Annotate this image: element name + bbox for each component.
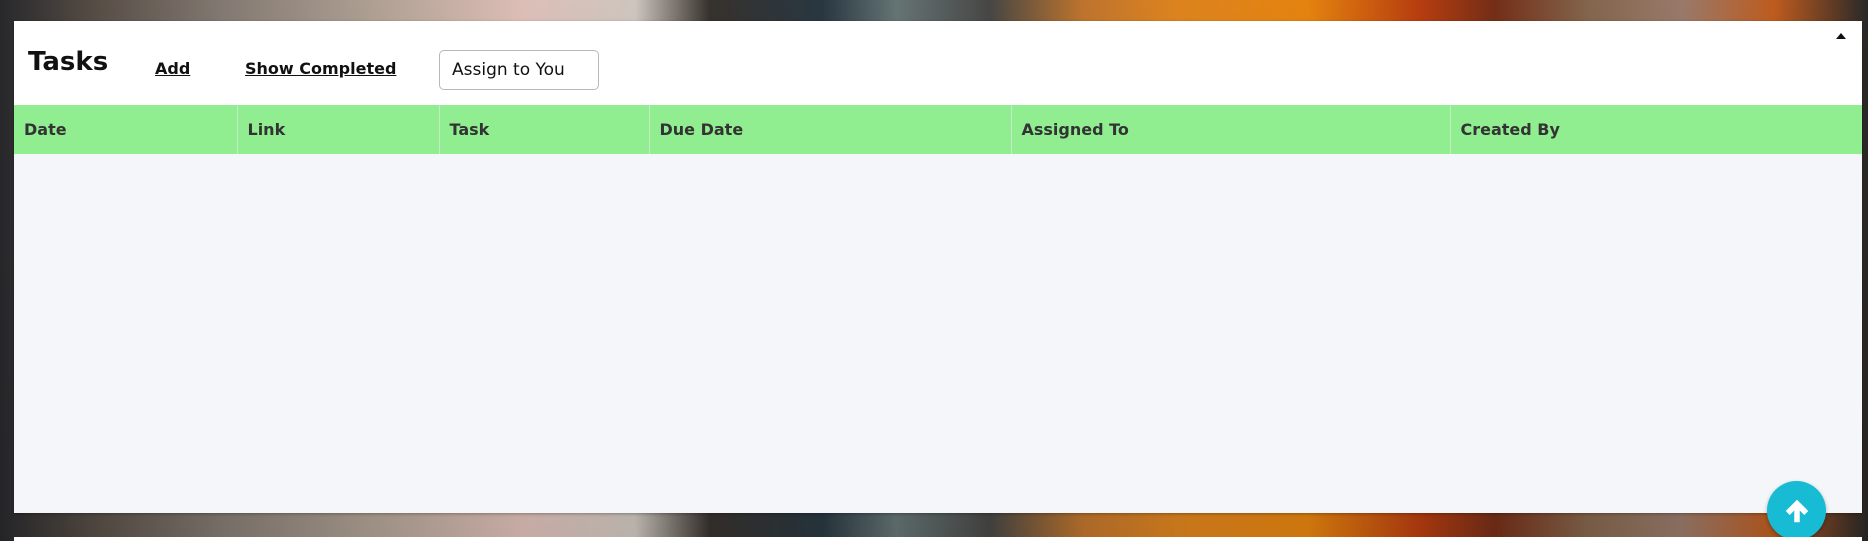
column-header-created-by[interactable]: Created By: [1450, 105, 1862, 154]
column-header-date[interactable]: Date: [14, 105, 238, 154]
assign-to-you-button[interactable]: Assign to You: [439, 50, 599, 90]
column-header-assigned-to[interactable]: Assigned To: [1011, 105, 1451, 154]
scroll-to-top-button[interactable]: [1767, 481, 1826, 540]
show-completed-link[interactable]: Show Completed: [245, 59, 396, 78]
next-panel-edge: [14, 537, 1862, 541]
column-header-task[interactable]: Task: [439, 105, 650, 154]
column-header-due-date[interactable]: Due Date: [649, 105, 1012, 154]
tasks-table: Date Link Task Due Date Assigned To Crea…: [14, 105, 1862, 154]
tasks-panel: Tasks Add Show Completed Assign to You D…: [14, 21, 1862, 513]
add-link[interactable]: Add: [155, 59, 190, 78]
column-header-link[interactable]: Link: [237, 105, 440, 154]
tasks-table-container: Date Link Task Due Date Assigned To Crea…: [14, 105, 1862, 513]
panel-header: Tasks Add Show Completed Assign to You: [14, 21, 1862, 106]
table-header-row: Date Link Task Due Date Assigned To Crea…: [14, 105, 1862, 154]
panel-title: Tasks: [28, 47, 109, 77]
caret-up-icon[interactable]: [1836, 33, 1846, 39]
arrow-up-icon: [1782, 496, 1812, 526]
